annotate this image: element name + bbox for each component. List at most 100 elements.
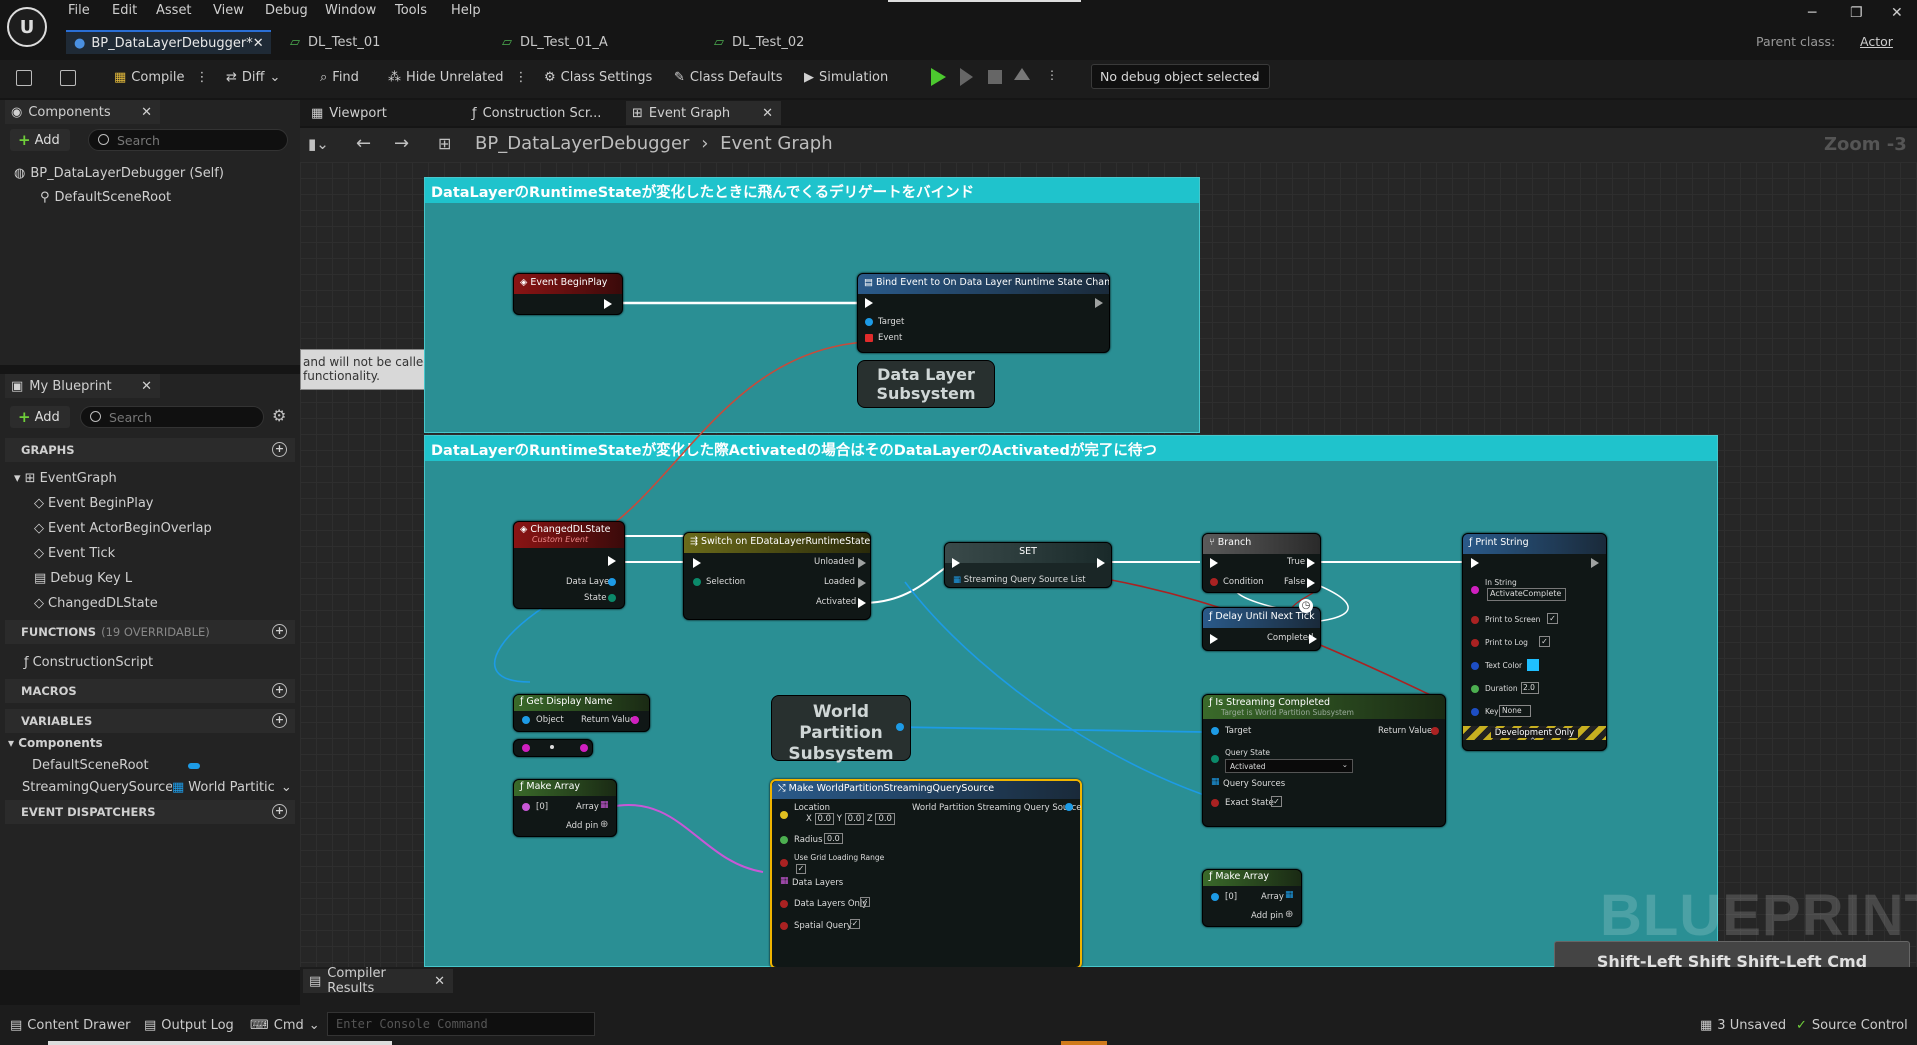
my-blueprint-search-input[interactable]: Search [80, 406, 264, 428]
node-reroute[interactable] [513, 739, 593, 757]
add-pin-icon[interactable]: ⊕ [1285, 909, 1293, 920]
exec-pin-out[interactable] [1097, 558, 1105, 568]
add-function-icon[interactable]: + [272, 624, 287, 639]
add-macro-icon[interactable]: + [272, 683, 287, 698]
exec-pin-out[interactable] [858, 558, 866, 568]
macros-section[interactable]: MACROS + [5, 679, 295, 703]
location-z-input[interactable]: 0.0 [875, 813, 895, 825]
hide-unrelated-button[interactable]: ⁂ Hide Unrelated ⋮ [388, 70, 528, 85]
output-pin[interactable] [896, 723, 904, 731]
location-x-input[interactable]: 0.0 [814, 813, 835, 825]
exec-pin-in[interactable] [1210, 558, 1218, 568]
menu-debug[interactable]: Debug [265, 3, 308, 18]
cmd-select[interactable]: ⌨ Cmd ⌄ [250, 1018, 320, 1033]
output-pin[interactable] [1065, 803, 1073, 811]
node-make-array[interactable]: ƒ Make Array [0] Array ▦ Add pin ⊕ [1202, 869, 1302, 927]
event-item[interactable]: ◇ Event Tick [34, 546, 115, 561]
variables-section[interactable]: VARIABLES + [5, 709, 295, 733]
tab-dl-test-02[interactable]: ▱ DL_Test_02 [706, 30, 896, 54]
exec-pin-out[interactable] [608, 556, 616, 566]
event-item[interactable]: ◇ ChangedDLState [34, 596, 158, 611]
print-to-log-pin[interactable] [1471, 639, 1479, 647]
more-icon[interactable]: ⋮ [195, 70, 208, 85]
data-layers-only-pin[interactable] [780, 900, 788, 908]
event-item[interactable]: ◇ Event BeginPlay [34, 496, 154, 511]
play-icon[interactable] [931, 68, 946, 86]
menu-edit[interactable]: Edit [112, 3, 137, 18]
gear-icon[interactable]: ⚙ [272, 406, 286, 425]
event-item[interactable]: ◇ Event ActorBeginOverlap [34, 521, 212, 536]
eject-icon[interactable] [1014, 68, 1030, 80]
target-pin[interactable] [865, 318, 873, 326]
variable-item[interactable]: StreamingQuerySourceLi [22, 780, 172, 795]
node-bind-event[interactable]: ▤ Bind Event to On Data Layer Runtime St… [857, 273, 1110, 353]
save-icon[interactable] [16, 70, 32, 86]
key-pin[interactable] [1471, 708, 1479, 716]
function-item[interactable]: ƒ ConstructionScript [24, 655, 153, 670]
node-get-display-name[interactable]: ƒ Get Display Name Object Return Value [513, 694, 650, 732]
exec-pin-out[interactable] [858, 598, 866, 608]
add-member-button[interactable]: + Add [10, 406, 70, 428]
menu-help[interactable]: Help [451, 3, 481, 18]
tab-bp-datalayerdebugger[interactable]: ● BP_DataLayerDebugger* ✕ [66, 30, 271, 54]
unsaved-button[interactable]: ▦ 3 Unsaved [1700, 1018, 1786, 1033]
component-default-scene-root[interactable]: ⚲ DefaultSceneRoot [40, 190, 171, 205]
key-input[interactable]: None [1499, 705, 1531, 717]
element-pin[interactable] [522, 803, 530, 811]
variable-item[interactable]: DefaultSceneRoot [32, 758, 149, 773]
add-pin-icon[interactable]: ⊕ [600, 819, 608, 830]
menu-view[interactable]: View [213, 3, 244, 18]
debug-object-select[interactable]: No debug object selected ⌄ [1091, 64, 1270, 89]
reroute-pin[interactable] [522, 744, 530, 752]
use-grid-pin[interactable] [780, 859, 788, 867]
add-component-button[interactable]: + Add [10, 129, 70, 151]
spatial-query-checkbox[interactable]: ✓ [850, 919, 860, 929]
exec-pin-out[interactable] [1095, 298, 1103, 308]
parent-class-value[interactable]: Actor [1860, 34, 1893, 49]
variable-category[interactable]: ▾ Components [8, 736, 103, 750]
node-event-beginplay[interactable]: ◈ Event BeginPlay [513, 273, 623, 315]
tab-event-graph[interactable]: ⊞ Event Graph ✕ [626, 101, 781, 125]
content-drawer-button[interactable]: ▤ Content Drawer [10, 1018, 130, 1033]
state-pin[interactable] [608, 594, 616, 602]
print-to-screen-checkbox[interactable]: ✓ [1547, 613, 1558, 624]
exec-pin-in[interactable] [952, 558, 960, 568]
exec-pin-in[interactable] [1471, 558, 1479, 568]
location-y-input[interactable]: 0.0 [844, 813, 865, 825]
target-pin[interactable] [1211, 727, 1219, 735]
tab-dl-test-01-a[interactable]: ▱ DL_Test_01_A [494, 30, 694, 54]
data-layers-only-checkbox[interactable]: ✓ [860, 897, 870, 907]
text-color-pin[interactable] [1471, 662, 1479, 670]
selection-pin[interactable] [693, 578, 701, 586]
array-pin-icon[interactable]: ▦ [600, 800, 609, 810]
node-is-streaming-completed[interactable]: ƒ Is Streaming Completed Target is World … [1202, 694, 1446, 827]
return-value-pin[interactable] [631, 716, 639, 724]
event-graph-canvas[interactable]: and will not be called. functionality. D… [300, 162, 1917, 967]
components-tab[interactable]: ◉ Components ✕ [5, 100, 160, 124]
class-defaults-button[interactable]: ✎ Class Defaults [674, 70, 783, 85]
tab-viewport[interactable]: ▦ Viewport [305, 101, 455, 125]
in-string-pin[interactable] [1471, 586, 1479, 594]
exec-pin-in[interactable] [1210, 634, 1218, 644]
node-data-layer-subsystem[interactable]: Data Layer Subsystem [857, 360, 995, 408]
tab-compiler-results[interactable]: ▤ Compiler Results ✕ [303, 966, 453, 996]
restore-icon[interactable]: ❐ [1850, 5, 1863, 21]
radius-input[interactable]: 0.0 [824, 833, 843, 844]
minimize-icon[interactable]: ─ [1808, 5, 1816, 21]
breadcrumb-graph[interactable]: Event Graph [720, 133, 833, 154]
spatial-query-pin[interactable] [780, 922, 788, 930]
class-settings-button[interactable]: ⚙ Class Settings [544, 70, 652, 85]
exec-pin-out[interactable] [1591, 558, 1599, 568]
close-icon[interactable]: ✕ [141, 379, 152, 394]
add-graph-icon[interactable]: + [272, 442, 287, 457]
menu-window[interactable]: Window [325, 3, 376, 18]
data-layer-pin[interactable] [608, 578, 616, 586]
array-pin-icon[interactable]: ▦ [1285, 890, 1294, 900]
element-pin[interactable] [1211, 893, 1219, 901]
array-pin-icon[interactable]: ▦ [1211, 777, 1220, 787]
reroute-pin[interactable] [580, 744, 588, 752]
simulation-button[interactable]: ▶ Simulation [804, 70, 888, 85]
node-print-string[interactable]: ƒ Print String In String ActivateComplet… [1462, 533, 1607, 751]
node-delay-until-next-tick[interactable]: ƒ Delay Until Next Tick Completed ◷ [1202, 599, 1321, 651]
exec-pin-in[interactable] [865, 298, 873, 308]
